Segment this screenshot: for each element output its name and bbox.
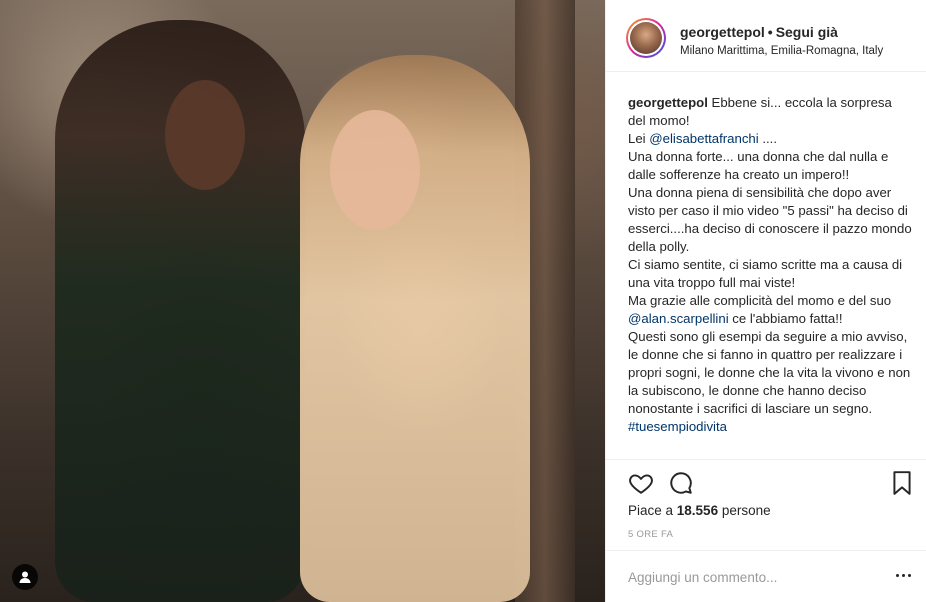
- person-right-face: [330, 110, 420, 230]
- person-left-face: [165, 80, 245, 190]
- post-header: georgettepol • Segui già Milano Marittima,…: [606, 0, 926, 72]
- likes-number: 18.556: [676, 503, 719, 518]
- comment-icon[interactable]: [668, 470, 694, 496]
- caption-text-2-suffix: ....: [758, 131, 778, 146]
- caption-text-5: Ci siamo sentite, ci siamo scritte ma a …: [628, 257, 903, 290]
- post-timestamp[interactable]: 5 ORE FA: [628, 529, 673, 540]
- more-options-icon[interactable]: [893, 565, 913, 585]
- caption-text-4: Una donna piena di sensibilità che dopo …: [628, 185, 912, 254]
- post-side-panel: georgettepol • Segui già Milano Marittima,…: [605, 0, 926, 602]
- username-link[interactable]: georgettepol: [680, 24, 765, 40]
- caption-text-7: Questi sono gli esempi da seguire a mio …: [628, 329, 911, 416]
- bookmark-icon[interactable]: [891, 470, 917, 496]
- likes-prefix: Piace a: [628, 503, 677, 518]
- caption-text-6-prefix: Ma grazie alle complicità del momo e del…: [628, 293, 892, 308]
- avatar[interactable]: [626, 18, 666, 58]
- caption-text-2-prefix: Lei: [628, 131, 650, 146]
- caption-username[interactable]: georgettepol: [628, 95, 708, 110]
- post-photo[interactable]: [0, 0, 605, 602]
- caption-text-6-suffix: ce l'abbiamo fatta!!: [728, 311, 843, 326]
- person-tag-icon[interactable]: [12, 564, 38, 590]
- mention-link[interactable]: @alan.scarpellini: [628, 311, 729, 326]
- likes-suffix: persone: [718, 503, 771, 518]
- following-button[interactable]: Segui già: [776, 24, 838, 40]
- separator-dot: •: [767, 24, 773, 40]
- location-link[interactable]: Milano Marittima, Emilia-Romagna, Italy: [680, 45, 883, 57]
- action-bar: [606, 459, 926, 501]
- heart-icon[interactable]: [628, 470, 654, 496]
- mention-link[interactable]: @elisabettafranchi: [649, 131, 758, 146]
- likes-count[interactable]: Piace a 18.556 persone: [628, 503, 771, 518]
- hashtag-link[interactable]: #tuesempiodivita: [628, 419, 727, 434]
- caption-text-3: Una donna forte... una donna che dal nul…: [628, 149, 889, 182]
- person-right: [300, 55, 530, 602]
- post-caption: georgettepol Ebbene si... eccola la sorp…: [628, 94, 913, 458]
- header-user-line: georgettepol • Segui già: [680, 24, 838, 40]
- comment-input[interactable]: [626, 565, 880, 589]
- comment-bar: [606, 550, 926, 602]
